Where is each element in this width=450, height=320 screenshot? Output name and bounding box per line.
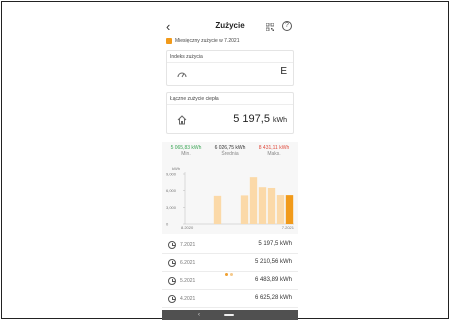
page-indicator xyxy=(225,273,233,276)
index-card-label: Indeks zużycia xyxy=(170,54,203,60)
chart-bar[interactable] xyxy=(267,187,276,224)
total-unit: kWh xyxy=(273,117,287,124)
help-icon[interactable]: ? xyxy=(282,21,292,31)
list-item-date: 6.2021 xyxy=(180,260,196,266)
list-item-amount: 5 197,5 kWh xyxy=(258,241,292,247)
clock-icon xyxy=(168,277,176,285)
y-tick-label: 0 xyxy=(166,222,169,227)
thumbs-up-icon xyxy=(166,38,172,44)
total-card-label: Łączne zużycie ciepła xyxy=(170,96,219,102)
page-dot xyxy=(230,273,233,276)
list-item-amount: 6 625,28 kWh xyxy=(254,295,292,301)
y-tick-label: 3,000 xyxy=(166,205,177,210)
chart-bar[interactable] xyxy=(240,195,249,224)
subtitle-text: Miesięczny zużycie w 7.2021 xyxy=(175,38,240,44)
list-item-amount: 5 210,56 kWh xyxy=(254,259,292,265)
stat-max: 8 431,11 kWh Maks. xyxy=(252,145,296,157)
index-value: E xyxy=(280,66,287,77)
phone-screen: ‹ Zużycie ? Miesięczny zużycie w 7.2021 … xyxy=(162,14,298,320)
page-dot-active xyxy=(225,273,228,276)
clock-icon xyxy=(168,241,176,249)
total-number: 5 197,5 xyxy=(233,113,270,125)
nav-home-pill[interactable] xyxy=(224,314,234,316)
total-value: 5 197,5 kWh xyxy=(233,113,287,125)
gauge-icon xyxy=(177,72,187,78)
stat-average: 6 026,75 kWh Średnia xyxy=(208,145,252,157)
monthly-subtitle: Miesięczny zużycie w 7.2021 xyxy=(166,38,239,44)
list-item-amount: 6 483,89 kWh xyxy=(254,277,292,283)
list-item[interactable]: 4.2021 6 625,28 kWh xyxy=(162,290,298,308)
list-item[interactable]: 7.2021 5 197,5 kWh xyxy=(162,236,298,254)
y-tick-label: 6,000 xyxy=(166,188,177,193)
house-icon xyxy=(177,115,187,125)
stat-min: 5 065,83 kWh Min. xyxy=(164,145,208,157)
list-item-date: 4.2021 xyxy=(180,296,196,302)
android-nav-bar: ‹ xyxy=(162,310,298,320)
list-item-date: 7.2021 xyxy=(180,242,196,248)
app-header: ‹ Zużycie ? xyxy=(162,19,298,37)
nav-back-icon[interactable]: ‹ xyxy=(198,311,200,319)
chart-bar[interactable] xyxy=(285,195,294,224)
list-item-date: 5.2021 xyxy=(180,278,196,284)
chart-bar[interactable] xyxy=(213,195,222,224)
monthly-list: 7.2021 5 197,5 kWh 6.2021 5 210,56 kWh 5.202… xyxy=(162,236,298,308)
clock-icon xyxy=(168,295,176,303)
index-card: Indeks zużycia E xyxy=(166,50,294,86)
clock-icon xyxy=(168,259,176,267)
list-item[interactable]: 6.2021 5 210,56 kWh xyxy=(162,254,298,272)
card-divider xyxy=(167,104,293,105)
qr-code-icon[interactable] xyxy=(266,23,274,31)
x-end-label: 7.2021 xyxy=(282,225,295,230)
x-start-label: 8.2020 xyxy=(181,225,194,230)
total-heat-card: Łączne zużycie ciepła 5 197,5 kWh xyxy=(166,92,294,134)
stat-average-label: Średnia xyxy=(221,151,239,157)
y-axis-unit-label: kWh xyxy=(172,166,180,171)
chart-bar[interactable] xyxy=(258,187,267,224)
consumption-chart[interactable]: kWh9,000 6,000 3,000 0 8.2020 7.2021 xyxy=(162,162,298,234)
card-divider xyxy=(167,62,293,63)
chart-bar[interactable] xyxy=(276,195,285,224)
stat-min-label: Min. xyxy=(181,151,191,157)
page-title: Zużycie xyxy=(215,21,245,30)
chart-bar[interactable] xyxy=(249,177,258,224)
stat-max-label: Maks. xyxy=(267,151,281,157)
y-tick-label: 9,000 xyxy=(166,172,177,177)
